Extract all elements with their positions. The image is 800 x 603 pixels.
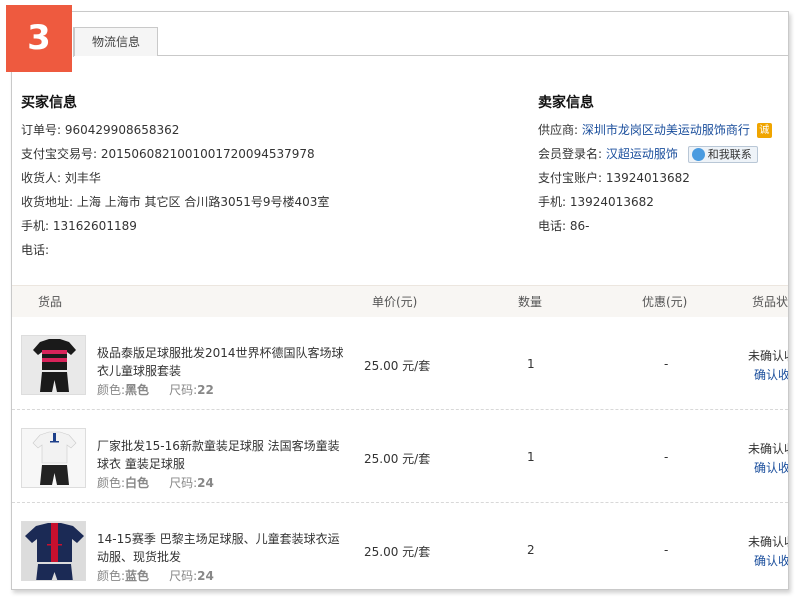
header-goods: 货品 (38, 295, 63, 309)
color-label: 颜色: (97, 476, 126, 490)
header-discount: 优惠(元) (642, 295, 688, 309)
seller-info-title: 卖家信息 (538, 95, 594, 111)
goods-table-header: 货品 单价(元) 数量 优惠(元) 货品状 (12, 285, 788, 317)
product-title-link[interactable]: 极品泰版足球服批发2014世界杯德国队客场球衣儿童球服套装 (97, 344, 347, 380)
goods-status: 未确认收 (748, 442, 788, 456)
header-unit-price: 单价(元) (372, 295, 418, 309)
order-number-row: 订单号: 960429908658362 (21, 118, 521, 142)
seller-info: 卖家信息 供应商: 深圳市龙岗区动美运动服饰商行 诚 会员登录名: 汉超运动服饰… (538, 94, 788, 238)
size-label: 尺码: (169, 476, 198, 490)
size-value: 24 (197, 569, 214, 583)
size-value: 22 (197, 383, 214, 397)
product-thumbnail[interactable] (21, 428, 86, 488)
color-label: 颜色: (97, 569, 126, 583)
unit-price: 25.00 元/套 (364, 452, 431, 466)
product-attributes: 颜色:黑色 尺码:22 (97, 381, 214, 398)
seller-phone-row: 电话: 86- (538, 214, 788, 238)
quantity: 1 (527, 450, 535, 464)
discount: - (664, 543, 669, 557)
table-row: 厂家批发15-16新款童装足球服 法国客场童装球衣 童装足球服 颜色:白色 尺码:… (12, 410, 788, 503)
seller-alipay-label: 支付宝账户: (538, 171, 603, 185)
contact-me-button[interactable]: 和我联系 (687, 146, 758, 163)
buyer-mobile-row: 手机: 13162601189 (21, 214, 521, 238)
confirm-receipt-link[interactable]: 确认收 (754, 459, 788, 476)
member-link[interactable]: 汉超运动服饰 (606, 147, 678, 161)
tab-logistics[interactable]: 物流信息 (74, 27, 158, 56)
product-title-link[interactable]: 14-15赛季 巴黎主场足球服、儿童套装球衣运动服、现货批发 (97, 530, 347, 566)
shirt-stripe-2 (42, 358, 67, 362)
alipay-trade-label: 支付宝交易号: (21, 147, 98, 161)
product-title-link[interactable]: 厂家批发15-16新款童装足球服 法国客场童装球衣 童装足球服 (97, 437, 347, 473)
buyer-info: 买家信息 订单号: 960429908658362 支付宝交易号: 201506… (21, 94, 521, 262)
header-quantity: 数量 (518, 295, 543, 309)
address-row: 收货地址: 上海 上海市 其它区 合川路3051号9号楼403室 (21, 190, 521, 214)
discount: - (664, 450, 669, 464)
alipay-trade-value: 2015060821001001720094537978 (100, 147, 315, 161)
seller-phone-label: 电话: (538, 219, 567, 233)
member-label: 会员登录名: (538, 147, 603, 161)
supplier-row: 供应商: 深圳市龙岗区动美运动服饰商行 诚 (538, 118, 788, 142)
unit-price: 25.00 元/套 (364, 359, 431, 373)
step-number-badge: 3 (6, 5, 72, 72)
header-goods-status: 货品状 (752, 295, 789, 309)
buyer-mobile-value: 13162601189 (52, 219, 137, 233)
jersey-image (22, 336, 85, 394)
product-attributes: 颜色:蓝色 尺码:24 (97, 567, 214, 584)
buyer-phone-row: 电话: (21, 238, 521, 262)
size-label: 尺码: (169, 569, 198, 583)
buyer-mobile-label: 手机: (21, 219, 50, 233)
seller-mobile-row: 手机: 13924013682 (538, 190, 788, 214)
product-attributes: 颜色:白色 尺码:24 (97, 474, 214, 491)
goods-status: 未确认收 (748, 535, 788, 549)
shirt-stripe-2 (47, 544, 62, 546)
color-value: 黑色 (125, 383, 150, 397)
color-value: 蓝色 (125, 569, 150, 583)
supplier-link[interactable]: 深圳市龙岗区动美运动服饰商行 (582, 123, 750, 137)
jersey-image (22, 522, 85, 580)
color-label: 颜色: (97, 383, 126, 397)
product-thumbnail[interactable] (21, 335, 86, 395)
order-number-value: 960429908658362 (64, 123, 180, 137)
quantity: 2 (527, 543, 535, 557)
seller-mobile-value: 13924013682 (569, 195, 654, 209)
buyer-phone-label: 电话: (21, 243, 50, 257)
shirt-stripe-2 (50, 441, 59, 443)
product-thumbnail[interactable] (21, 521, 86, 581)
shirt-stripe-1 (53, 433, 56, 441)
address-label: 收货地址: (21, 195, 74, 209)
integrity-badge-icon: 诚 (756, 123, 772, 138)
buyer-info-title: 买家信息 (21, 95, 77, 111)
table-row: 14-15赛季 巴黎主场足球服、儿童套装球衣运动服、现货批发 颜色:蓝色 尺码:2… (12, 503, 788, 589)
confirm-receipt-link[interactable]: 确认收 (754, 366, 788, 383)
goods-status: 未确认收 (748, 349, 788, 363)
order-detail-panel: 物流信息 买家信息 订单号: 960429908658362 支付宝交易号: 2… (11, 11, 789, 590)
contact-me-label: 和我联系 (707, 148, 752, 161)
wangwang-chat-icon (691, 147, 705, 161)
order-number-label: 订单号: (21, 123, 62, 137)
size-value: 24 (197, 476, 214, 490)
seller-phone-value: 86- (569, 219, 590, 233)
shirt-stripe-1 (42, 350, 67, 354)
confirm-receipt-link[interactable]: 确认收 (754, 552, 788, 569)
seller-alipay-row: 支付宝账户: 13924013682 (538, 166, 788, 190)
receiver-value: 刘丰华 (64, 171, 101, 185)
address-value: 上海 上海市 其它区 合川路3051号9号楼403室 (76, 195, 330, 209)
size-label: 尺码: (169, 383, 198, 397)
tab-bar: 物流信息 (12, 12, 788, 57)
alipay-trade-row: 支付宝交易号: 2015060821001001720094537978 (21, 142, 521, 166)
receiver-label: 收货人: (21, 171, 62, 185)
receiver-row: 收货人: 刘丰华 (21, 166, 521, 190)
member-row: 会员登录名: 汉超运动服饰 和我联系 (538, 142, 788, 166)
shirt-stripe-1 (51, 523, 58, 562)
jersey-image (22, 429, 85, 487)
supplier-label: 供应商: (538, 123, 579, 137)
unit-price: 25.00 元/套 (364, 545, 431, 559)
discount: - (664, 357, 669, 371)
seller-alipay-value: 13924013682 (605, 171, 690, 185)
color-value: 白色 (125, 476, 150, 490)
seller-mobile-label: 手机: (538, 195, 567, 209)
table-row: 极品泰版足球服批发2014世界杯德国队客场球衣儿童球服套装 颜色:黑色 尺码:22… (12, 317, 788, 410)
quantity: 1 (527, 357, 535, 371)
